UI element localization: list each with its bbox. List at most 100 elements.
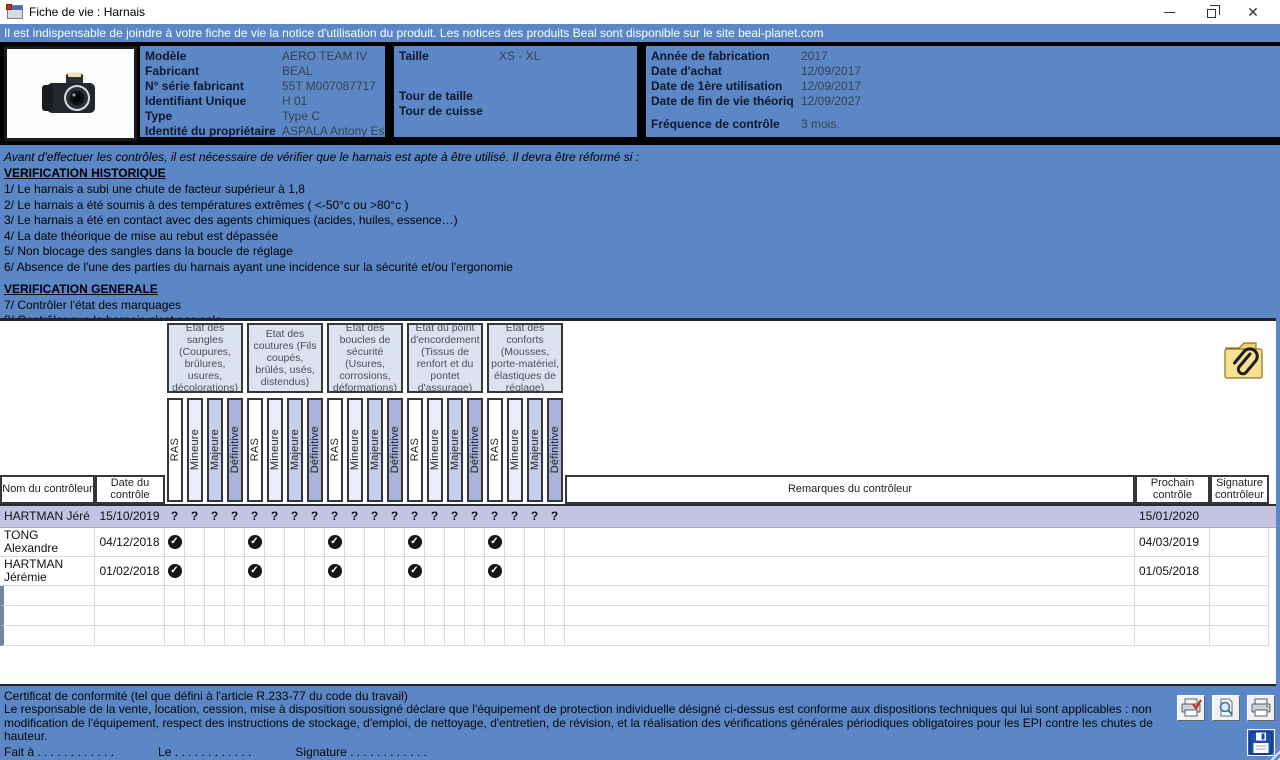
table-row[interactable] (0, 626, 1276, 646)
state-mark-cell[interactable]: ? (205, 506, 225, 527)
state-mark-cell[interactable] (245, 606, 265, 626)
close-button[interactable]: ✕ (1232, 0, 1274, 24)
state-mark-cell[interactable] (265, 626, 285, 646)
state-mark-cell[interactable] (445, 528, 465, 557)
next-control-cell[interactable] (1135, 586, 1210, 606)
state-mark-cell[interactable] (265, 586, 285, 606)
state-mark-cell[interactable]: ? (505, 506, 525, 527)
state-mark-cell[interactable] (365, 586, 385, 606)
state-mark-cell[interactable] (305, 626, 325, 646)
controller-name-cell[interactable] (0, 626, 95, 646)
state-mark-cell[interactable] (285, 626, 305, 646)
state-mark-cell[interactable] (165, 586, 185, 606)
state-mark-cell[interactable] (365, 557, 385, 586)
control-date-cell[interactable] (95, 586, 165, 606)
signature-cell[interactable] (1210, 506, 1269, 527)
state-mark-cell[interactable] (465, 557, 485, 586)
state-mark-cell[interactable] (405, 606, 425, 626)
state-mark-cell[interactable] (505, 557, 525, 586)
signature-cell[interactable] (1210, 606, 1269, 626)
table-row[interactable]: TONG Alexandre04/12/2018✓✓✓✓✓04/03/2019 (0, 528, 1276, 557)
state-mark-cell[interactable] (225, 606, 245, 626)
state-mark-cell[interactable] (385, 606, 405, 626)
state-mark-cell[interactable] (445, 626, 465, 646)
remarks-cell[interactable] (565, 557, 1135, 586)
minimize-button[interactable] (1148, 0, 1190, 24)
state-mark-cell[interactable]: ? (445, 506, 465, 527)
state-mark-cell[interactable]: ? (185, 506, 205, 527)
table-row[interactable]: HARTMAN Jérémie01/02/2018✓✓✓✓✓01/05/2018 (0, 557, 1276, 586)
state-mark-cell[interactable] (305, 586, 325, 606)
state-mark-cell[interactable] (545, 606, 565, 626)
state-mark-cell[interactable] (285, 528, 305, 557)
state-mark-cell[interactable] (205, 606, 225, 626)
print-button[interactable] (1247, 695, 1275, 721)
remarks-cell[interactable] (565, 528, 1135, 557)
state-mark-cell[interactable] (205, 586, 225, 606)
controller-name-cell[interactable] (0, 606, 95, 626)
state-mark-cell[interactable] (185, 586, 205, 606)
state-mark-cell[interactable] (245, 586, 265, 606)
state-mark-cell[interactable] (525, 606, 545, 626)
signature-cell[interactable] (1210, 528, 1269, 557)
next-control-cell[interactable]: 15/01/2020 (1135, 506, 1210, 527)
controller-name-cell[interactable]: HARTMAN Jérémie (0, 557, 95, 586)
signature-cell[interactable] (1210, 586, 1269, 606)
remarks-cell[interactable] (565, 506, 1135, 527)
state-mark-cell[interactable]: ? (245, 506, 265, 527)
state-mark-cell[interactable] (365, 528, 385, 557)
state-mark-cell[interactable] (385, 557, 405, 586)
state-mark-cell[interactable] (245, 626, 265, 646)
signature-cell[interactable] (1210, 626, 1269, 646)
state-mark-cell[interactable] (405, 626, 425, 646)
state-mark-cell[interactable] (525, 586, 545, 606)
controller-name-cell[interactable]: TONG Alexandre (0, 528, 95, 557)
table-row[interactable]: HARTMAN Jéré15/10/2019??????????????????… (0, 506, 1276, 528)
state-mark-cell[interactable] (225, 557, 245, 586)
controller-name-cell[interactable] (0, 586, 95, 606)
state-mark-cell[interactable] (265, 557, 285, 586)
state-mark-cell[interactable]: ? (545, 506, 565, 527)
state-mark-cell[interactable] (345, 557, 365, 586)
state-mark-cell[interactable] (545, 626, 565, 646)
attachment-folder-icon[interactable] (1222, 338, 1266, 386)
controller-name-cell[interactable]: HARTMAN Jéré (0, 506, 95, 527)
state-mark-cell[interactable]: ? (385, 506, 405, 527)
state-mark-cell[interactable]: ? (465, 506, 485, 527)
state-mark-cell[interactable]: ✓ (485, 528, 505, 557)
state-mark-cell[interactable] (205, 528, 225, 557)
state-mark-cell[interactable] (405, 586, 425, 606)
remarks-cell[interactable] (565, 626, 1135, 646)
state-mark-cell[interactable] (305, 528, 325, 557)
state-mark-cell[interactable]: ? (265, 506, 285, 527)
state-mark-cell[interactable] (425, 557, 445, 586)
state-mark-cell[interactable] (205, 626, 225, 646)
state-mark-cell[interactable]: ✓ (405, 528, 425, 557)
state-mark-cell[interactable] (325, 606, 345, 626)
state-mark-cell[interactable] (525, 528, 545, 557)
state-mark-cell[interactable]: ✓ (325, 557, 345, 586)
state-mark-cell[interactable] (385, 586, 405, 606)
photo-frame[interactable] (0, 42, 140, 145)
state-mark-cell[interactable] (285, 606, 305, 626)
state-mark-cell[interactable] (185, 528, 205, 557)
state-mark-cell[interactable] (345, 606, 365, 626)
state-mark-cell[interactable] (525, 557, 545, 586)
save-button[interactable] (1247, 729, 1275, 756)
remarks-cell[interactable] (565, 586, 1135, 606)
table-row[interactable] (0, 586, 1276, 606)
next-control-cell[interactable] (1135, 626, 1210, 646)
next-control-cell[interactable]: 04/03/2019 (1135, 528, 1210, 557)
state-mark-cell[interactable] (485, 606, 505, 626)
state-mark-cell[interactable]: ✓ (165, 528, 185, 557)
state-mark-cell[interactable]: ? (525, 506, 545, 527)
state-mark-cell[interactable] (545, 586, 565, 606)
state-mark-cell[interactable] (505, 626, 525, 646)
control-date-cell[interactable] (95, 606, 165, 626)
state-mark-cell[interactable]: ? (405, 506, 425, 527)
state-mark-cell[interactable] (185, 626, 205, 646)
state-mark-cell[interactable] (365, 626, 385, 646)
state-mark-cell[interactable] (205, 557, 225, 586)
state-mark-cell[interactable] (445, 606, 465, 626)
state-mark-cell[interactable] (385, 528, 405, 557)
